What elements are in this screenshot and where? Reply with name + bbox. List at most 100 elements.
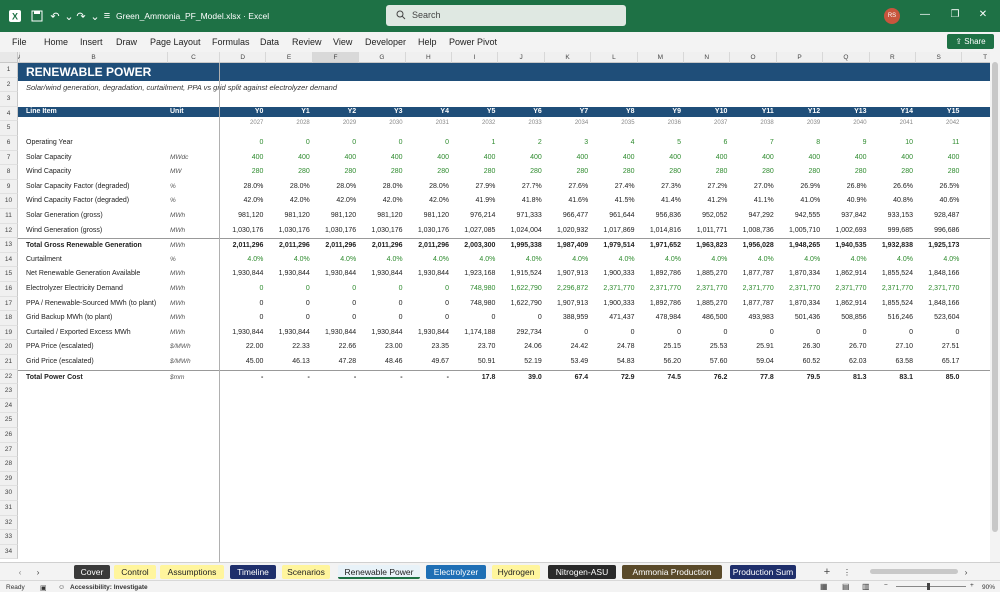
table-cell[interactable]: 2,011,296: [220, 239, 266, 254]
table-cell[interactable]: 24.78: [591, 340, 637, 355]
row-header[interactable]: 28: [0, 457, 18, 472]
row-header[interactable]: 18: [0, 311, 18, 326]
table-cell[interactable]: 56.20: [638, 355, 684, 370]
table-cell[interactable]: 26.30: [777, 340, 823, 355]
table-cell[interactable]: 2: [962, 165, 990, 180]
table-cell[interactable]: 11: [916, 136, 962, 151]
zoom-slider-thumb[interactable]: [927, 583, 930, 590]
table-cell[interactable]: 4.0%: [638, 253, 684, 268]
row-label[interactable]: Curtailment: [26, 253, 176, 268]
table-cell[interactable]: 1,885,270: [684, 297, 730, 312]
table-cell[interactable]: 400: [359, 151, 405, 166]
table-cell[interactable]: 0: [220, 297, 266, 312]
table-cell[interactable]: 27.2%: [684, 180, 730, 195]
minimize-icon[interactable]: —: [918, 8, 932, 22]
row-label[interactable]: Wind Capacity: [26, 165, 176, 180]
column-header[interactable]: M: [637, 52, 684, 63]
table-cell[interactable]: 0: [591, 326, 637, 341]
row-unit[interactable]: MWh: [170, 311, 220, 326]
table-cell[interactable]: 1,907,913: [545, 297, 591, 312]
select-all-corner[interactable]: [0, 52, 18, 63]
table-cell[interactable]: 1: [452, 136, 498, 151]
row-label[interactable]: PPA / Renewable-Sourced MWh (to plant): [26, 297, 176, 312]
menu-file[interactable]: File: [12, 37, 27, 47]
table-cell[interactable]: 4: [962, 253, 990, 268]
table-cell[interactable]: 1,848,166: [916, 267, 962, 282]
table-cell[interactable]: 10: [870, 136, 916, 151]
table-cell[interactable]: 400: [220, 151, 266, 166]
tab-scenarios[interactable]: Scenarios: [282, 565, 330, 579]
table-cell[interactable]: 22.00: [220, 340, 266, 355]
row-header[interactable]: 12: [0, 223, 18, 239]
table-cell[interactable]: 99: [962, 224, 990, 239]
row-label[interactable]: Grid Backup MWh (to plant): [26, 311, 176, 326]
table-cell[interactable]: 928,487: [916, 209, 962, 224]
table-cell[interactable]: 1,855,524: [870, 267, 916, 282]
table-cell[interactable]: 1,877,787: [730, 297, 776, 312]
table-cell[interactable]: -: [220, 371, 266, 386]
row-header[interactable]: 31: [0, 501, 18, 516]
table-cell[interactable]: 41.0%: [777, 194, 823, 209]
table-cell[interactable]: 27.0%: [730, 180, 776, 195]
table-cell[interactable]: 2,371,770: [638, 282, 684, 297]
table-cell[interactable]: 0: [220, 311, 266, 326]
table-cell[interactable]: 0: [823, 326, 869, 341]
table-cell[interactable]: 0: [452, 311, 498, 326]
table-cell[interactable]: 22.66: [313, 340, 359, 355]
row-header[interactable]: 15: [0, 267, 18, 282]
table-cell[interactable]: 478,984: [638, 311, 684, 326]
table-cell[interactable]: 27.7%: [498, 180, 544, 195]
table-cell[interactable]: 0: [220, 282, 266, 297]
table-cell[interactable]: 280: [498, 165, 544, 180]
table-cell[interactable]: 54.83: [591, 355, 637, 370]
table-cell[interactable]: 0: [313, 311, 359, 326]
row-unit[interactable]: MWh: [170, 224, 220, 239]
table-cell[interactable]: 0: [266, 311, 312, 326]
table-cell[interactable]: 981,120: [266, 209, 312, 224]
table-cell[interactable]: 2,296,872: [545, 282, 591, 297]
table-cell[interactable]: 4.0%: [220, 253, 266, 268]
table-cell[interactable]: 49.67: [406, 355, 452, 370]
table-cell[interactable]: 947,292: [730, 209, 776, 224]
tab-timeline[interactable]: Timeline: [230, 565, 276, 579]
table-cell[interactable]: 280: [870, 165, 916, 180]
table-cell[interactable]: 280: [823, 165, 869, 180]
table-cell[interactable]: 1,84: [962, 297, 990, 312]
row-header[interactable]: 32: [0, 515, 18, 531]
table-cell[interactable]: 62.03: [823, 355, 869, 370]
table-cell[interactable]: 1,925,173: [916, 239, 962, 254]
tab-control[interactable]: Control: [114, 565, 156, 579]
row-label[interactable]: PPA Price (escalated): [26, 340, 176, 355]
table-cell[interactable]: 41.8%: [498, 194, 544, 209]
table-cell[interactable]: 400: [730, 151, 776, 166]
table-cell[interactable]: 748,980: [452, 282, 498, 297]
close-icon[interactable]: ✕: [976, 8, 990, 22]
table-cell[interactable]: 0: [313, 136, 359, 151]
column-header[interactable]: G: [359, 52, 406, 63]
table-cell[interactable]: 280: [406, 165, 452, 180]
save-icon[interactable]: [30, 9, 44, 23]
table-cell[interactable]: 1,900,333: [591, 267, 637, 282]
table-cell[interactable]: 41.5%: [591, 194, 637, 209]
menu-home[interactable]: Home: [44, 37, 68, 47]
table-cell[interactable]: 280: [220, 165, 266, 180]
table-cell[interactable]: 400: [313, 151, 359, 166]
table-cell[interactable]: 41.9%: [452, 194, 498, 209]
row-header[interactable]: 23: [0, 384, 18, 399]
table-cell[interactable]: 961,644: [591, 209, 637, 224]
table-cell[interactable]: [962, 326, 990, 341]
tab-assumptions[interactable]: Assumptions: [160, 565, 224, 579]
table-cell[interactable]: 1,930,844: [406, 326, 452, 341]
row-unit[interactable]: MW: [170, 165, 220, 180]
tab-hydrogen[interactable]: Hydrogen: [492, 565, 540, 579]
table-cell[interactable]: 7: [730, 136, 776, 151]
tab-nitrogen-asu[interactable]: Nitrogen-ASU: [548, 565, 616, 579]
table-cell[interactable]: 27.4%: [591, 180, 637, 195]
zoom-slider[interactable]: [896, 586, 966, 587]
table-cell[interactable]: 27.10: [870, 340, 916, 355]
table-cell[interactable]: 1,870,334: [777, 267, 823, 282]
table-cell[interactable]: 4.0%: [266, 253, 312, 268]
table-cell[interactable]: 1,892,786: [638, 267, 684, 282]
table-cell[interactable]: 2,011,296: [359, 239, 405, 254]
row-header[interactable]: 21: [0, 355, 18, 370]
